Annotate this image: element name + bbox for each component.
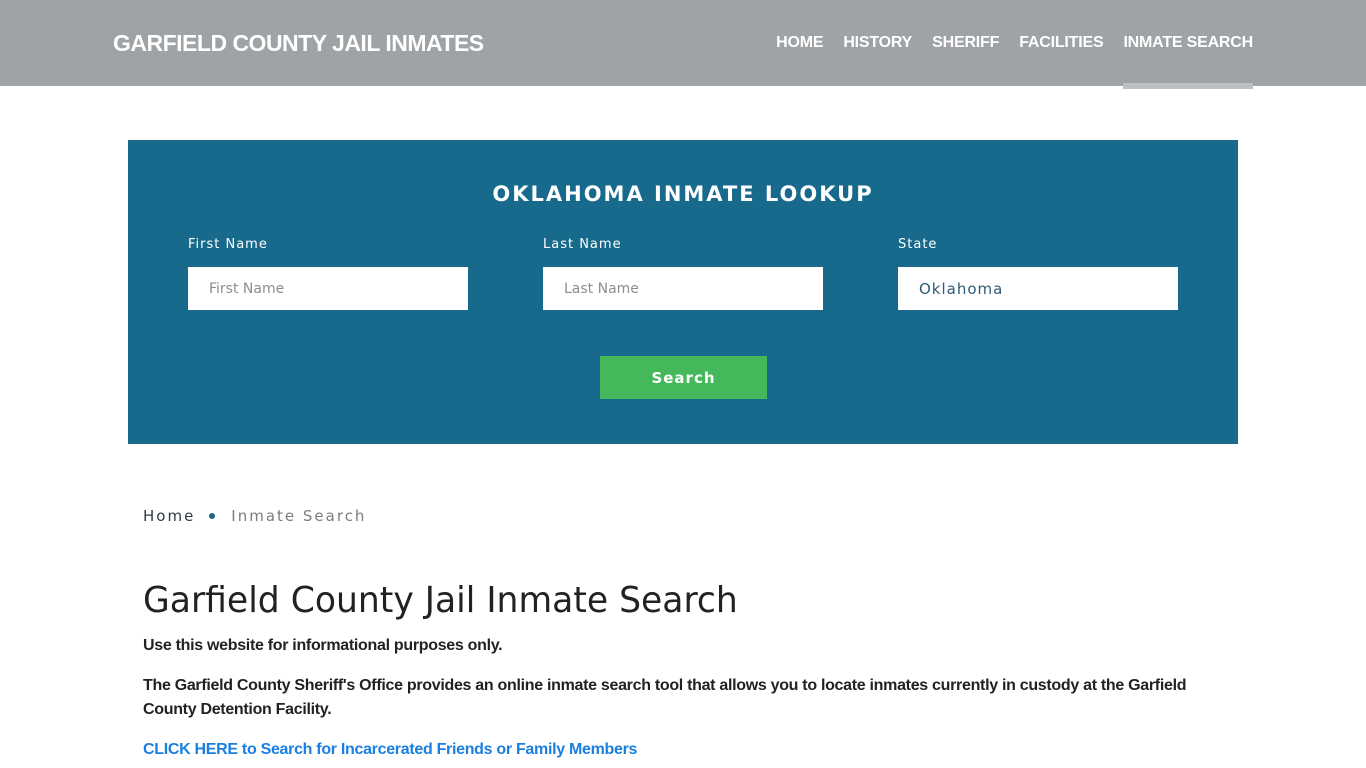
search-friends-family-link[interactable]: CLICK HERE to Search for Incarcerated Fr… — [143, 738, 637, 762]
first-name-group: First Name — [188, 237, 468, 310]
nav-facilities[interactable]: FACILITIES — [1009, 0, 1113, 86]
disclaimer-text: Use this website for informational purpo… — [143, 637, 503, 654]
site-header: GARFIELD COUNTY JAIL INMATES HOME HISTOR… — [0, 0, 1366, 89]
main-nav: HOME HISTORY SHERIFF FACILITIES INMATE S… — [766, 0, 1253, 89]
nav-history[interactable]: HISTORY — [833, 0, 922, 86]
description-text: The Garfield County Sheriff's Office pro… — [143, 677, 1187, 718]
breadcrumb-current: Inmate Search — [231, 507, 367, 525]
last-name-label: Last Name — [543, 237, 622, 252]
state-label: State — [898, 237, 938, 252]
state-group: State Oklahoma — [898, 237, 1178, 310]
last-name-input[interactable] — [543, 267, 823, 310]
search-button[interactable]: Search — [600, 356, 767, 399]
breadcrumb-home[interactable]: Home — [143, 507, 195, 525]
breadcrumb: Home Inmate Search — [143, 507, 366, 525]
breadcrumb-separator-dot-icon — [209, 513, 216, 519]
first-name-input[interactable] — [188, 267, 468, 310]
nav-home[interactable]: HOME — [766, 0, 833, 86]
nav-sheriff[interactable]: SHERIFF — [922, 0, 1009, 86]
inmate-lookup-panel: OKLAHOMA INMATE LOOKUP First Name Last N… — [128, 140, 1238, 444]
state-select[interactable]: Oklahoma — [898, 267, 1178, 310]
site-brand-link[interactable]: GARFIELD COUNTY JAIL INMATES — [113, 30, 484, 57]
page-title: Garfield County Jail Inmate Search — [143, 580, 738, 621]
first-name-label: First Name — [188, 237, 268, 252]
last-name-group: Last Name — [543, 237, 823, 310]
nav-inmate-search[interactable]: INMATE SEARCH — [1113, 0, 1253, 89]
lookup-title: OKLAHOMA INMATE LOOKUP — [492, 182, 874, 206]
